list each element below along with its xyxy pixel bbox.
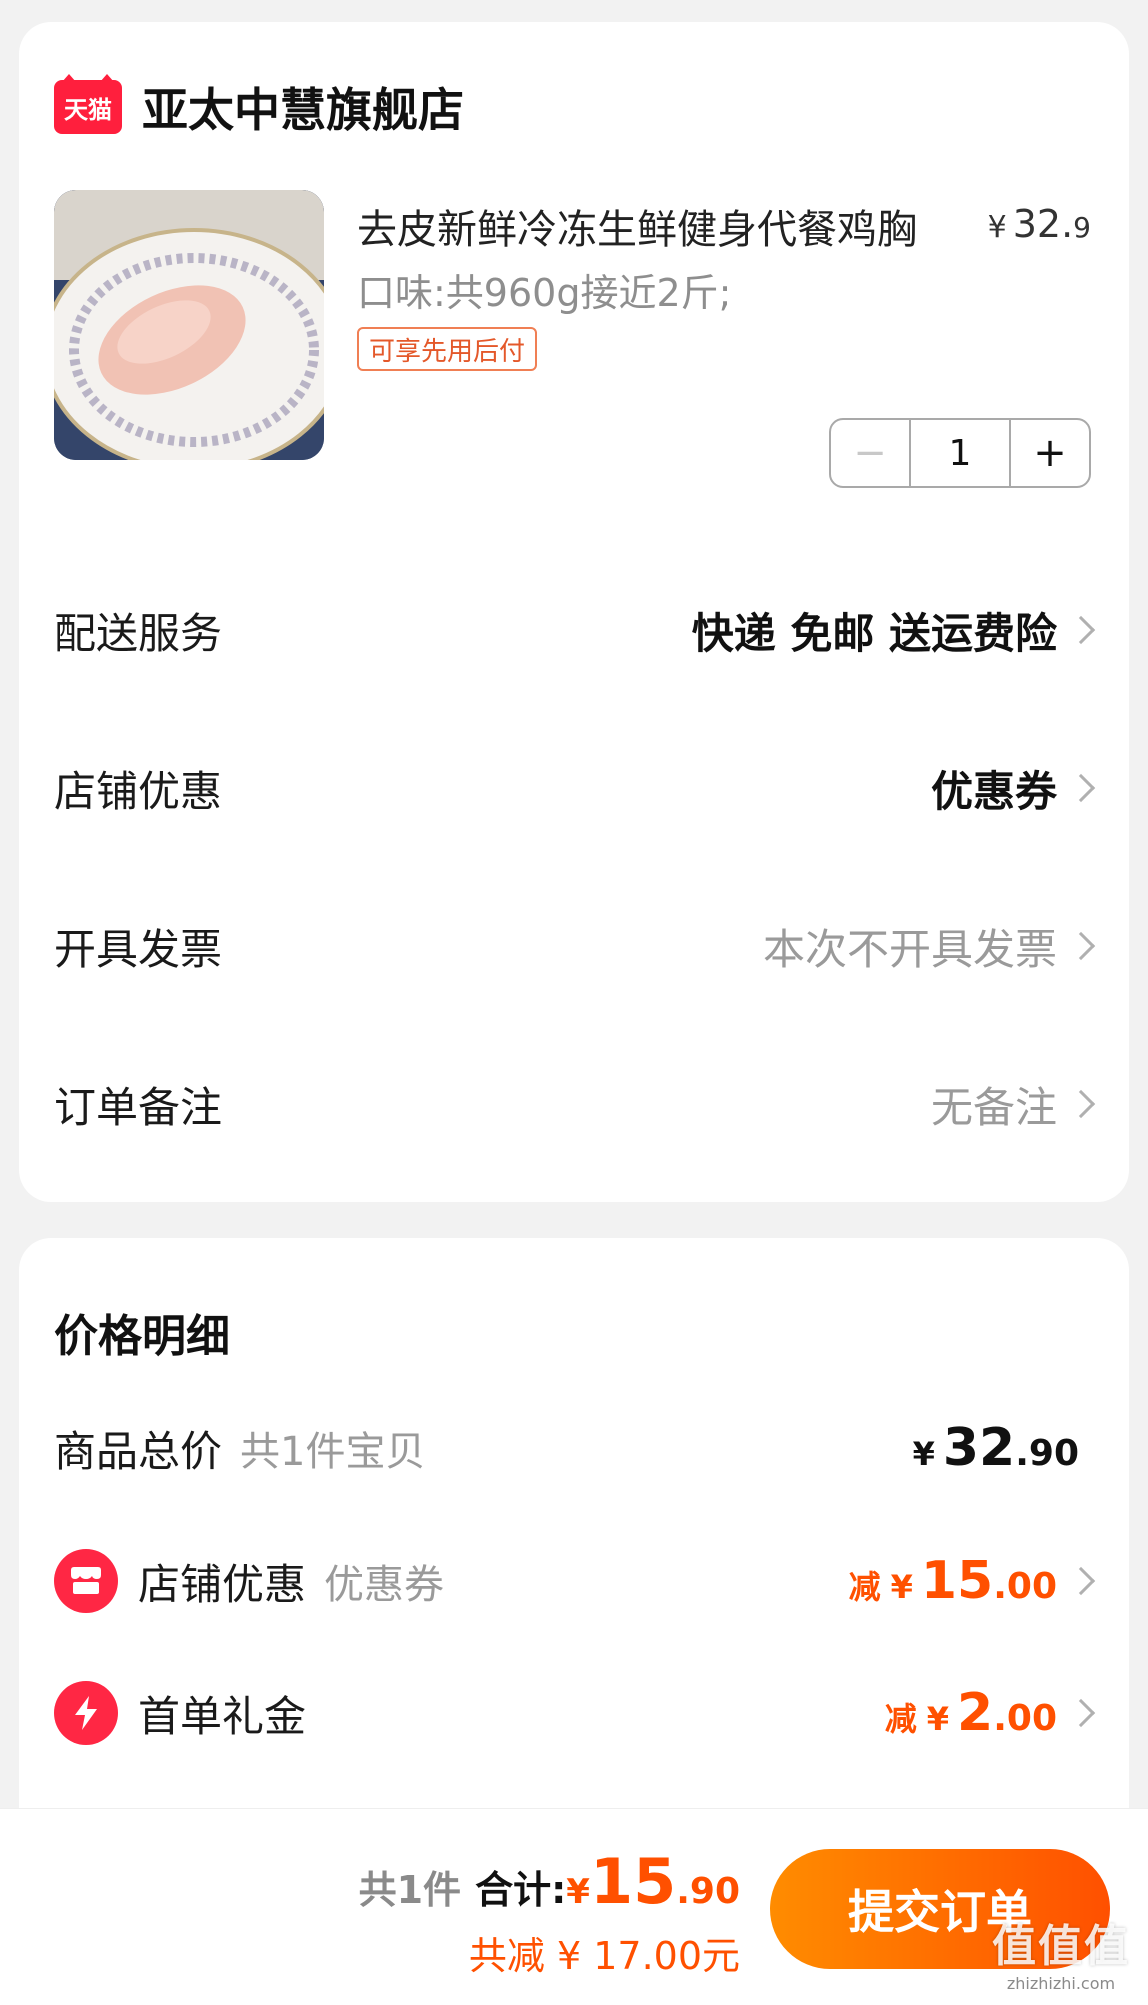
total-dec: .90 xyxy=(676,1871,740,1912)
shop-discount-detail-sub: 优惠券 xyxy=(324,1562,445,1608)
product-price-currency: ¥ xyxy=(987,210,1007,245)
order-card: 天猫 亚太中慧旗舰店 去皮新鲜冷冻生鲜健身代餐鸡胸 ¥32.9 口味:共960g… xyxy=(19,22,1129,1202)
product-spec[interactable]: 口味:共960g接近2斤; xyxy=(357,262,731,317)
increase-quantity-button[interactable]: + xyxy=(1011,420,1089,486)
quantity-value[interactable]: 1 xyxy=(909,420,1011,486)
decrease-quantity-button[interactable]: − xyxy=(831,420,909,486)
item-count: 共1件 xyxy=(358,1868,462,1912)
delivery-service-value: 快递 免邮 送运费险 xyxy=(691,608,1057,658)
goods-total-row: 商品总价 共1件宝贝 ¥32.90 xyxy=(54,1413,1091,1483)
watermark-url: zhizhizhi.com xyxy=(1006,1974,1116,1993)
delivery-service-label: 配送服务 xyxy=(54,608,223,658)
order-note-value: 无备注 xyxy=(930,1082,1057,1132)
shop-discount-amount: 减 ¥15.00 xyxy=(848,1551,1057,1611)
watermark-logo: 值值值 xyxy=(992,1921,1130,1972)
invoice-label: 开具发票 xyxy=(54,924,223,974)
chevron-right-icon xyxy=(1066,773,1096,803)
total-saved: 共减 ¥ 17.00元 xyxy=(468,1934,740,1978)
shop-discount-detail-label: 店铺优惠 xyxy=(138,1559,307,1609)
lightning-icon xyxy=(54,1681,118,1745)
shop-icon xyxy=(54,1549,118,1613)
product-price-dec: 9 xyxy=(1073,211,1091,244)
goods-total-amount: ¥32.90 xyxy=(912,1418,1079,1478)
total-summary: 共1件 合计: ¥15.90 xyxy=(359,1845,740,1918)
delivery-service-row[interactable]: 配送服务 快递 免邮 送运费险 xyxy=(54,595,1096,665)
order-note-label: 订单备注 xyxy=(54,1082,223,1132)
chevron-right-icon xyxy=(1066,1698,1096,1728)
product-title[interactable]: 去皮新鲜冷冻生鲜健身代餐鸡胸 xyxy=(357,197,917,255)
shop-discount-detail-row[interactable]: 店铺优惠 优惠券 减 ¥15.00 xyxy=(54,1546,1096,1616)
product-price: ¥32.9 xyxy=(988,202,1091,246)
invoice-value: 本次不开具发票 xyxy=(762,924,1057,974)
first-order-gift-row[interactable]: 首单礼金 减 ¥2.00 xyxy=(54,1678,1096,1748)
goods-count: 共1件宝贝 xyxy=(240,1429,426,1475)
pay-later-badge: 可享先用后付 xyxy=(357,327,538,371)
checkout-bar: 共1件 合计: ¥15.90 共减 ¥ 17.00元 提交订单 值值值 zhiz… xyxy=(0,1808,1148,2005)
total-label: 合计: xyxy=(475,1868,567,1912)
chevron-right-icon xyxy=(1066,615,1096,645)
total-currency: ¥ xyxy=(566,1872,590,1912)
goods-total-label: 商品总价 xyxy=(54,1426,223,1476)
quantity-stepper[interactable]: − 1 + xyxy=(829,418,1091,488)
shop-header[interactable]: 天猫 亚太中慧旗舰店 xyxy=(54,74,464,140)
total-int: 15 xyxy=(589,1845,677,1918)
first-order-gift-amount: 减 ¥2.00 xyxy=(884,1683,1057,1743)
product-image[interactable] xyxy=(54,190,324,460)
chevron-right-icon xyxy=(1066,931,1096,961)
order-note-row[interactable]: 订单备注 无备注 xyxy=(54,1069,1096,1139)
shop-discount-value: 优惠券 xyxy=(930,766,1057,816)
shop-name[interactable]: 亚太中慧旗舰店 xyxy=(142,74,464,140)
chevron-right-icon xyxy=(1066,1089,1096,1119)
shop-discount-row[interactable]: 店铺优惠 优惠券 xyxy=(54,753,1096,823)
product-price-int: 32. xyxy=(1012,202,1074,246)
price-detail-title: 价格明细 xyxy=(54,1311,230,1362)
invoice-row[interactable]: 开具发票 本次不开具发票 xyxy=(54,911,1096,981)
shop-discount-label: 店铺优惠 xyxy=(54,766,223,816)
first-order-gift-label: 首单礼金 xyxy=(138,1691,307,1741)
watermark: 值值值 zhizhizhi.com xyxy=(992,1910,1130,1993)
chevron-right-icon xyxy=(1066,1566,1096,1596)
tmall-logo: 天猫 xyxy=(54,74,122,134)
